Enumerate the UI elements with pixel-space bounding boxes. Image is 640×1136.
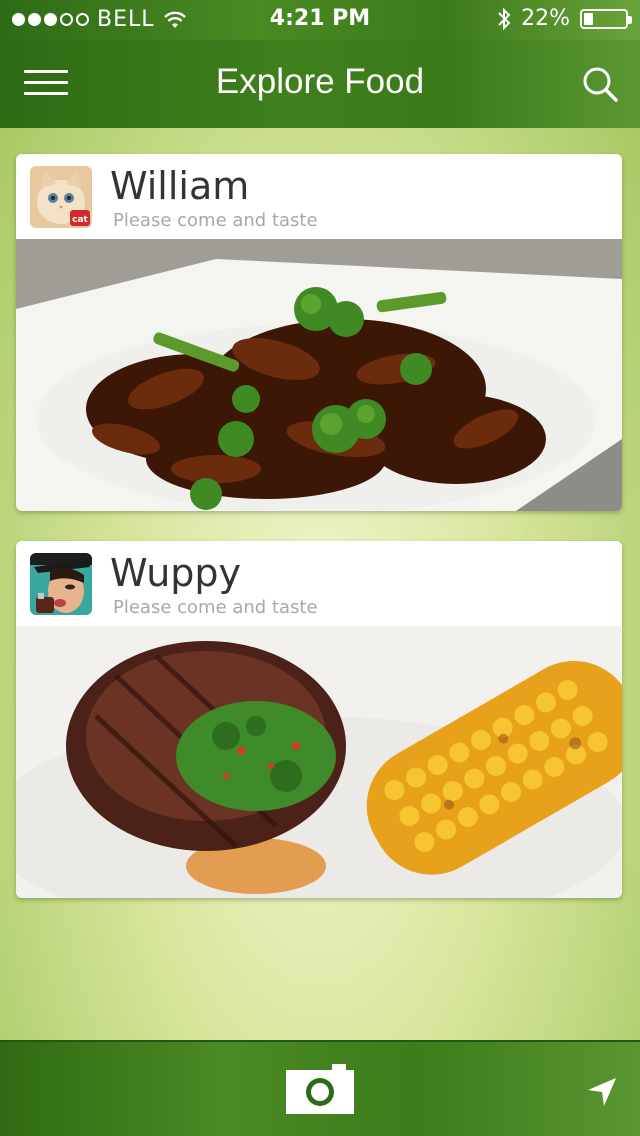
post-username[interactable]: William <box>110 164 249 208</box>
post-username[interactable]: Wuppy <box>110 551 241 595</box>
nav-bar: Explore Food <box>0 40 640 128</box>
camera-icon[interactable] <box>286 1064 354 1114</box>
cat-avatar-image: cat <box>30 166 92 228</box>
location-arrow-icon[interactable] <box>586 1076 618 1108</box>
food-feed: cat William Please come and taste Wuppy … <box>16 154 622 928</box>
svg-text:cat: cat <box>72 215 88 225</box>
post-subtitle: Please come and taste <box>113 210 318 231</box>
steak-corn-photo <box>16 626 622 898</box>
post-header: Wuppy Please come and taste <box>16 541 622 626</box>
post-header: cat William Please come and taste <box>16 154 622 239</box>
woman-avatar-image <box>30 553 92 615</box>
battery-fill <box>584 12 593 25</box>
battery-icon <box>580 8 632 29</box>
beef-broccoli-photo <box>16 239 622 511</box>
page-title: Explore Food <box>215 62 425 101</box>
post-subtitle: Please come and taste <box>113 597 318 618</box>
search-icon[interactable] <box>580 64 620 104</box>
status-bar: BELL 4:21 PM 22% <box>0 0 640 40</box>
post-card[interactable]: Wuppy Please come and taste <box>16 541 622 898</box>
status-right: 22% <box>497 6 632 31</box>
cat-avatar[interactable]: cat <box>30 166 92 228</box>
post-card[interactable]: cat William Please come and taste <box>16 154 622 511</box>
bottom-toolbar <box>0 1040 640 1136</box>
bluetooth-icon <box>498 7 511 30</box>
woman-avatar[interactable] <box>30 553 92 615</box>
battery-percent: 22% <box>521 6 570 31</box>
